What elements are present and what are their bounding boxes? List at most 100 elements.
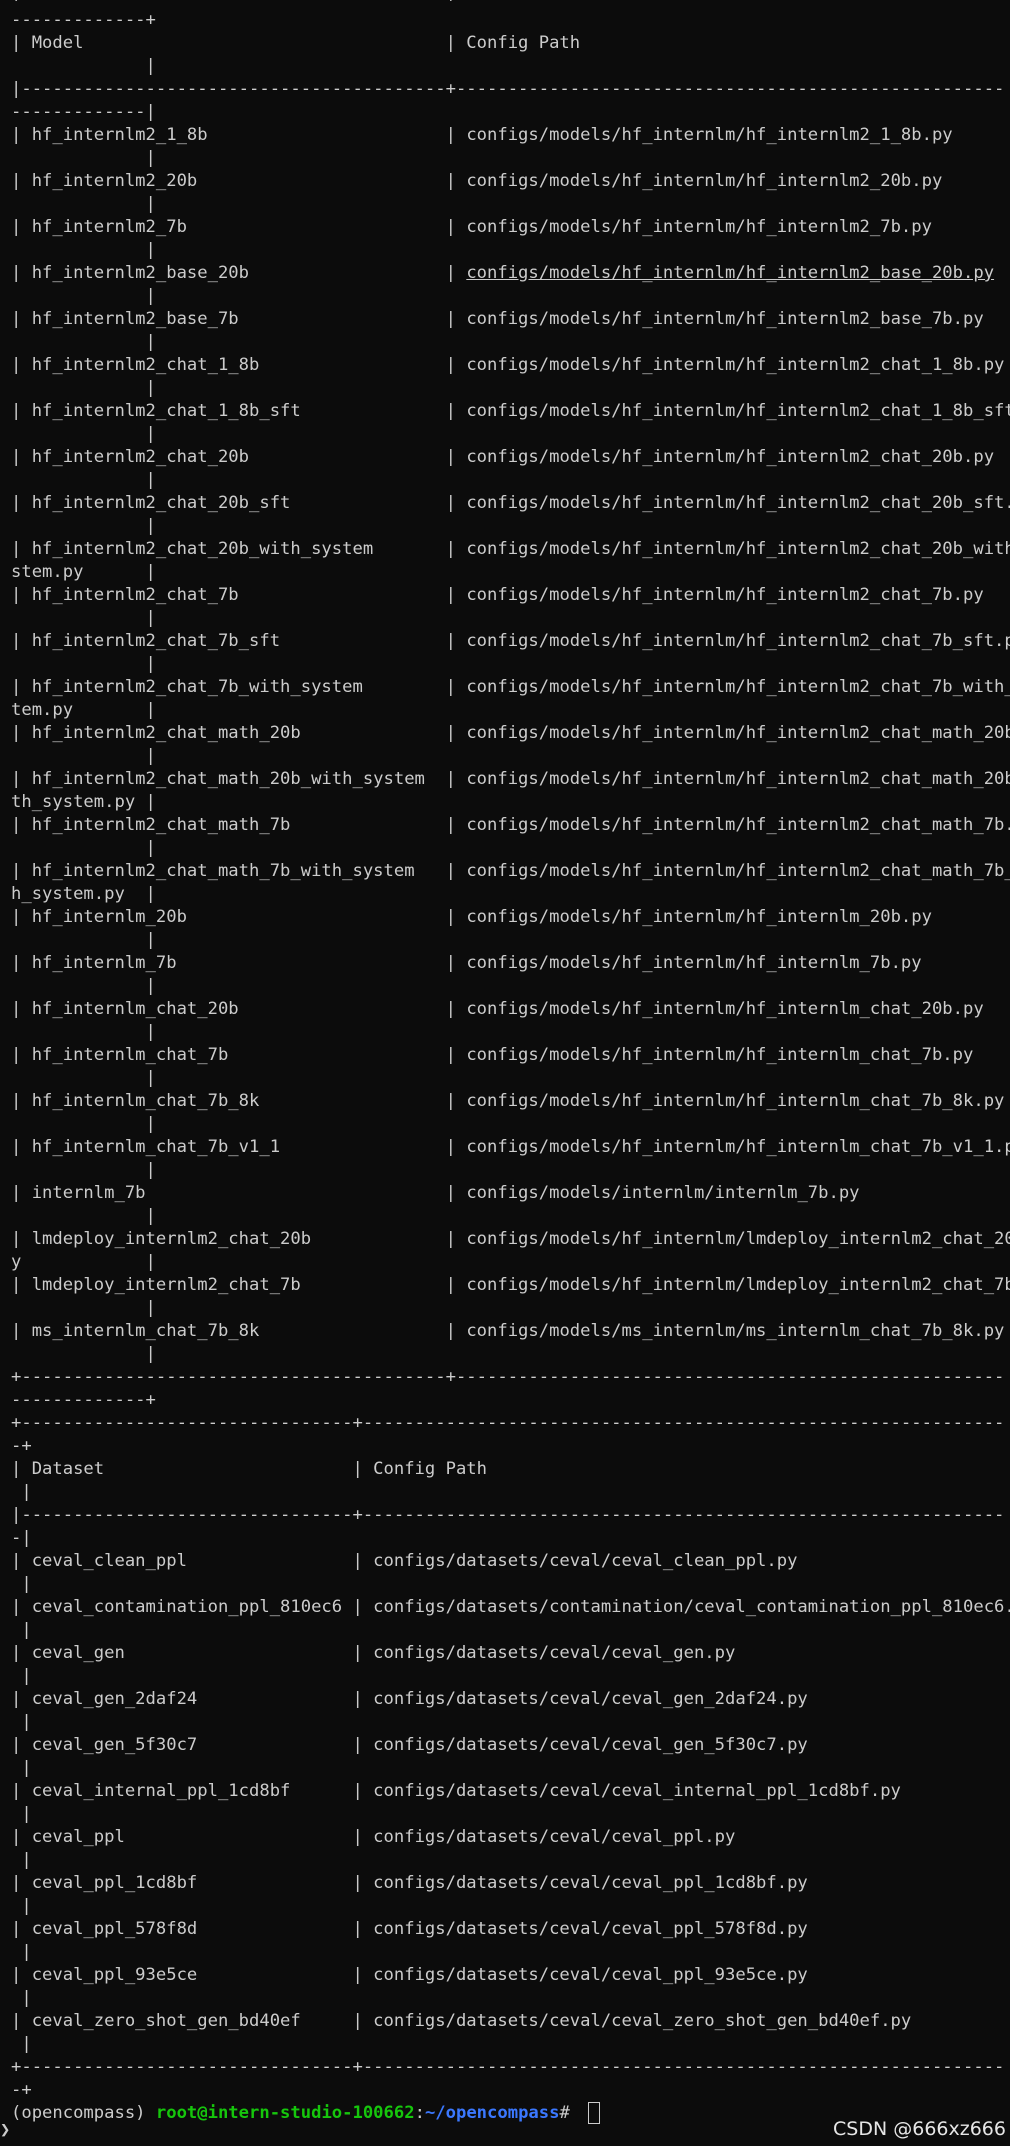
models-border-top: +---------------------------------------…	[11, 0, 1004, 9]
datasets-separator: |--------------------------------+------…	[11, 1505, 1005, 1525]
model-row-config-path[interactable]: configs/models/internlm/internlm_7b.py	[466, 1183, 859, 1203]
model-row-config-path[interactable]: configs/models/hf_internlm/lmdeploy_inte…	[466, 1275, 1010, 1295]
model-row-config-path[interactable]: configs/models/hf_internlm/hf_internlm_c…	[466, 1045, 973, 1065]
model-row-wrap: |	[11, 838, 156, 858]
datasets-border-top: +--------------------------------+------…	[11, 1413, 1005, 1433]
model-row: | hf_internlm2_chat_math_20b_with_system…	[11, 768, 1010, 791]
shell-prompt[interactable]: (opencompass) root@intern-studio-100662:…	[11, 2102, 601, 2125]
model-row: | hf_internlm2_chat_1_8b | configs/model…	[11, 354, 1004, 377]
model-row-config-path[interactable]: configs/models/hf_internlm/hf_internlm2_…	[466, 125, 952, 145]
dataset-row-config-path[interactable]: configs/datasets/ceval/ceval_internal_pp…	[373, 1781, 901, 1801]
dataset-row: | ceval_contamination_ppl_810ec6 | confi…	[11, 1596, 1010, 1619]
model-row: | hf_internlm_chat_7b_8k | configs/model…	[11, 1090, 1004, 1113]
model-row-config-path[interactable]: configs/models/hf_internlm/hf_internlm2_…	[466, 861, 1010, 881]
model-row-wrap: |	[11, 240, 156, 260]
dataset-row-name: | ceval_gen_2daf24 |	[11, 1689, 374, 1709]
terminal-output[interactable]: +---------------------------------------…	[11, 0, 1010, 2146]
dataset-row-config-path[interactable]: configs/datasets/ceval/ceval_zero_shot_g…	[373, 2011, 911, 2031]
model-row-wrap: |	[11, 1068, 156, 1088]
dataset-row-config-path[interactable]: configs/datasets/contamination/ceval_con…	[373, 1597, 1010, 1617]
dataset-row-config-path[interactable]: configs/datasets/ceval/ceval_gen_5f30c7.…	[373, 1735, 808, 1755]
model-row: | hf_internlm2_base_7b | configs/models/…	[11, 308, 984, 331]
model-row-config-path[interactable]: configs/models/hf_internlm/hf_internlm_2…	[466, 907, 932, 927]
model-row-config-path[interactable]: configs/models/hf_internlm/hf_internlm2_…	[466, 493, 1010, 513]
model-row: | hf_internlm2_chat_math_7b_with_system …	[11, 860, 1010, 883]
dataset-row-config-path[interactable]: configs/datasets/ceval/ceval_ppl.py	[373, 1827, 735, 1847]
dataset-row-wrap: |	[11, 2034, 32, 2054]
model-row-name: | lmdeploy_internlm2_chat_7b |	[11, 1275, 467, 1295]
model-row-name: | ms_internlm_chat_7b_8k |	[11, 1321, 467, 1341]
model-row-name: | hf_internlm2_chat_7b |	[11, 585, 467, 605]
datasets-border-bottom-cont: -+	[11, 2080, 32, 2100]
model-row-config-path[interactable]: configs/models/hf_internlm/hf_internlm_c…	[466, 999, 983, 1019]
model-row: | ms_internlm_chat_7b_8k | configs/model…	[11, 1320, 1004, 1343]
model-row-config-path[interactable]: configs/models/hf_internlm/hf_internlm2_…	[466, 769, 1010, 789]
model-row-name: | hf_internlm2_chat_math_20b_with_system…	[11, 769, 467, 789]
dataset-row: | ceval_ppl_93e5ce | configs/datasets/ce…	[11, 1964, 808, 1987]
dataset-row-config-path[interactable]: configs/datasets/ceval/ceval_clean_ppl.p…	[373, 1551, 797, 1571]
model-row-config-path[interactable]: configs/models/hf_internlm/hf_internlm_7…	[466, 953, 921, 973]
model-row-config-path[interactable]: configs/models/hf_internlm/hf_internlm2_…	[466, 447, 994, 467]
model-row-wrap: |	[11, 148, 156, 168]
models-header: | Model | Config Path	[11, 33, 581, 53]
model-row-name: | hf_internlm2_20b |	[11, 171, 467, 191]
dataset-row-config-path[interactable]: configs/datasets/ceval/ceval_gen.py	[373, 1643, 735, 1663]
model-row-config-path[interactable]: configs/models/hf_internlm/hf_internlm2_…	[466, 815, 1010, 835]
model-row-config-path[interactable]: configs/models/hf_internlm/hf_internlm2_…	[466, 677, 1010, 697]
dataset-row-name: | ceval_ppl_1cd8bf |	[11, 1873, 374, 1893]
models-separator: |---------------------------------------…	[11, 79, 1005, 99]
dataset-row-wrap: |	[11, 1804, 32, 1824]
models-separator-cont: -------------|	[11, 102, 156, 122]
dataset-row-config-path[interactable]: configs/datasets/ceval/ceval_gen_2daf24.…	[373, 1689, 808, 1709]
dataset-row-name: | ceval_contamination_ppl_810ec6 |	[11, 1597, 374, 1617]
dataset-row-config-path[interactable]: configs/datasets/ceval/ceval_ppl_1cd8bf.…	[373, 1873, 808, 1893]
model-row-wrap: |	[11, 930, 156, 950]
model-row-name: | hf_internlm2_chat_1_8b |	[11, 355, 467, 375]
model-row-wrap: |	[11, 470, 156, 490]
model-row-config-path[interactable]: configs/models/hf_internlm/hf_internlm2_…	[466, 585, 983, 605]
model-row: | hf_internlm2_chat_7b | configs/models/…	[11, 584, 984, 607]
dataset-row-name: | ceval_ppl_93e5ce |	[11, 1965, 374, 1985]
model-row-wrap: tem.py |	[11, 700, 156, 720]
model-row-wrap: |	[11, 424, 156, 444]
model-row-config-path[interactable]: configs/models/hf_internlm/hf_internlm2_…	[466, 539, 1010, 559]
model-row-wrap: |	[11, 1298, 156, 1318]
model-row-wrap: |	[11, 746, 156, 766]
dataset-row-name: | ceval_zero_shot_gen_bd40ef |	[11, 2011, 374, 2031]
model-row-wrap: |	[11, 378, 156, 398]
dataset-row-wrap: |	[11, 1850, 32, 1870]
model-row-config-path[interactable]: configs/models/hf_internlm/lmdeploy_inte…	[466, 1229, 1010, 1249]
model-row-wrap: |	[11, 516, 156, 536]
model-row-config-path[interactable]: configs/models/hf_internlm/hf_internlm_c…	[466, 1091, 1004, 1111]
model-row-config-path[interactable]: configs/models/hf_internlm/hf_internlm2_…	[466, 723, 1010, 743]
dataset-row-name: | ceval_ppl |	[11, 1827, 374, 1847]
dataset-row-wrap: |	[11, 1988, 32, 2008]
model-row-config-path[interactable]: configs/models/ms_internlm/ms_internlm_c…	[466, 1321, 1004, 1341]
model-row-config-path[interactable]: configs/models/hf_internlm/hf_internlm2_…	[466, 217, 932, 237]
model-row: | hf_internlm2_7b | configs/models/hf_in…	[11, 216, 932, 239]
model-row-config-path[interactable]: configs/models/hf_internlm/hf_internlm2_…	[466, 355, 1004, 375]
model-row-name: | hf_internlm_20b |	[11, 907, 467, 927]
text-cursor[interactable]	[588, 2102, 601, 2124]
watermark: CSDN @666xz666	[833, 2118, 1006, 2140]
model-row: | hf_internlm2_base_20b | configs/models…	[11, 262, 994, 285]
model-row: | hf_internlm_20b | configs/models/hf_in…	[11, 906, 932, 929]
model-row-config-path[interactable]: configs/models/hf_internlm/hf_internlm2_…	[466, 401, 1010, 421]
model-row-config-path[interactable]: configs/models/hf_internlm/hf_internlm2_…	[466, 631, 1010, 651]
model-row-name: | lmdeploy_internlm2_chat_20b |	[11, 1229, 467, 1249]
model-row-wrap: |	[11, 1206, 156, 1226]
model-row-config-path[interactable]: configs/models/hf_internlm/hf_internlm2_…	[466, 309, 983, 329]
model-row-config-path[interactable]: configs/models/hf_internlm/hf_internlm_c…	[466, 1137, 1010, 1157]
model-row: | lmdeploy_internlm2_chat_7b | configs/m…	[11, 1274, 1010, 1297]
model-row-name: | hf_internlm2_chat_7b_with_system |	[11, 677, 467, 697]
model-row: | hf_internlm2_chat_math_20b | configs/m…	[11, 722, 1010, 745]
model-row-name: | hf_internlm2_1_8b |	[11, 125, 467, 145]
dataset-row-config-path[interactable]: configs/datasets/ceval/ceval_ppl_578f8d.…	[373, 1919, 808, 1939]
model-row: | hf_internlm2_chat_20b | configs/models…	[11, 446, 994, 469]
dataset-row-config-path[interactable]: configs/datasets/ceval/ceval_ppl_93e5ce.…	[373, 1965, 808, 1985]
model-row-name: | hf_internlm2_7b |	[11, 217, 467, 237]
model-row-config-path[interactable]: configs/models/hf_internlm/hf_internlm2_…	[466, 171, 942, 191]
model-row-config-path[interactable]: configs/models/hf_internlm/hf_internlm2_…	[466, 263, 994, 283]
model-row-wrap: |	[11, 1344, 156, 1364]
model-row-wrap: y |	[11, 1252, 156, 1272]
